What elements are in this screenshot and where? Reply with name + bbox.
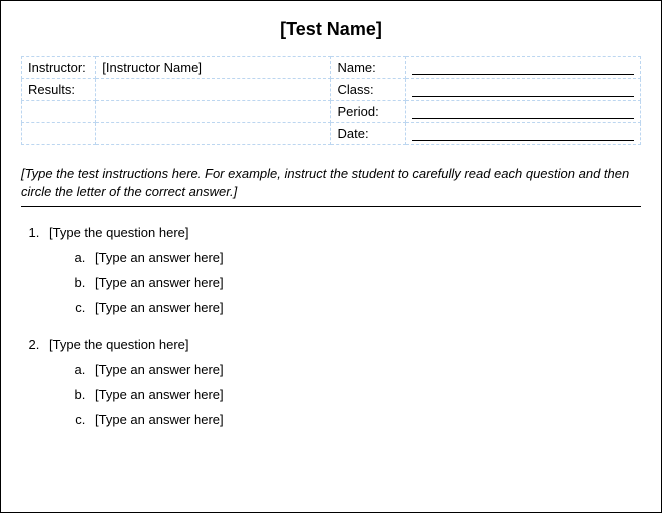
question-item: [Type the question here] [Type an answer… [43, 225, 641, 315]
date-field[interactable] [405, 123, 640, 145]
instructor-label: Instructor: [22, 57, 96, 79]
date-label: Date: [331, 123, 405, 145]
blank-cell [96, 101, 331, 123]
answer-item: [Type an answer here] [89, 250, 641, 265]
info-table: Instructor: [Instructor Name] Name: Resu… [21, 56, 641, 145]
question-list: [Type the question here] [Type an answer… [21, 225, 641, 427]
answer-text[interactable]: [Type an answer here] [89, 300, 224, 315]
question-text[interactable]: [Type the question here] [43, 225, 188, 240]
results-value[interactable] [96, 79, 331, 101]
answer-list: [Type an answer here] [Type an answer he… [43, 250, 641, 315]
question-text[interactable]: [Type the question here] [43, 337, 188, 352]
results-label: Results: [22, 79, 96, 101]
answer-item: [Type an answer here] [89, 387, 641, 402]
blank-cell [96, 123, 331, 145]
answer-text[interactable]: [Type an answer here] [89, 275, 224, 290]
test-document: [Test Name] Instructor: [Instructor Name… [0, 0, 662, 513]
class-label: Class: [331, 79, 405, 101]
answer-item: [Type an answer here] [89, 412, 641, 427]
period-label: Period: [331, 101, 405, 123]
test-title[interactable]: [Test Name] [21, 19, 641, 40]
name-field[interactable] [405, 57, 640, 79]
answer-list: [Type an answer here] [Type an answer he… [43, 362, 641, 427]
answer-text[interactable]: [Type an answer here] [89, 250, 224, 265]
name-label: Name: [331, 57, 405, 79]
question-item: [Type the question here] [Type an answer… [43, 337, 641, 427]
answer-item: [Type an answer here] [89, 362, 641, 377]
period-field[interactable] [405, 101, 640, 123]
answer-item: [Type an answer here] [89, 275, 641, 290]
instructions-text[interactable]: [Type the test instructions here. For ex… [21, 165, 641, 207]
answer-text[interactable]: [Type an answer here] [89, 412, 224, 427]
answer-item: [Type an answer here] [89, 300, 641, 315]
answer-text[interactable]: [Type an answer here] [89, 387, 224, 402]
answer-text[interactable]: [Type an answer here] [89, 362, 224, 377]
blank-cell [22, 123, 96, 145]
instructor-value[interactable]: [Instructor Name] [96, 57, 331, 79]
blank-cell [22, 101, 96, 123]
class-field[interactable] [405, 79, 640, 101]
